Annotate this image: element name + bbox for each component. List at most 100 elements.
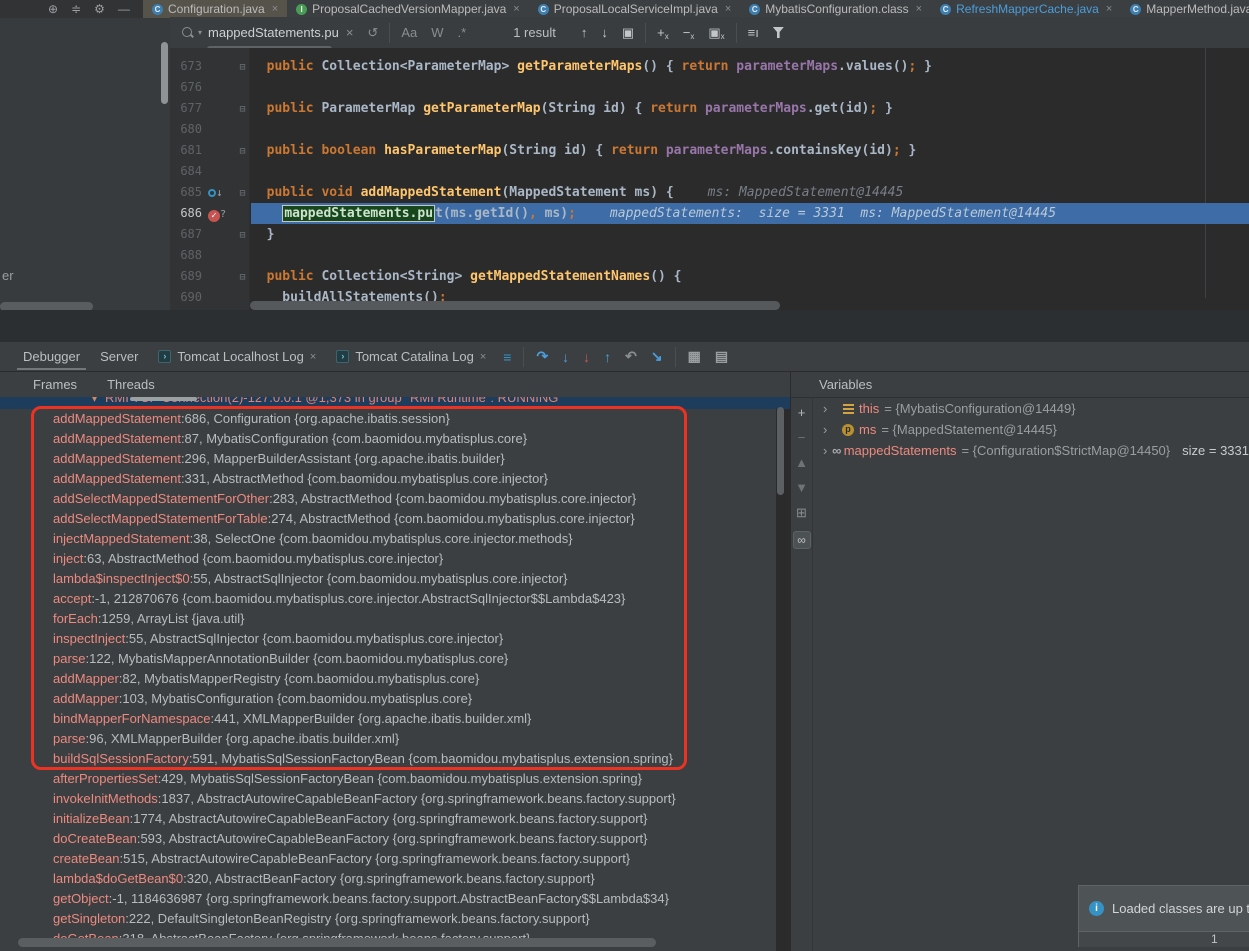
thread-dropdown-icon[interactable]: ▾ (92, 397, 97, 405)
variable-row[interactable]: ›pms= {MappedStatement@14445} (813, 419, 1249, 440)
search-filter-icon[interactable] (773, 27, 784, 38)
subtab-threads[interactable]: Threads (107, 377, 155, 392)
stack-frame-row[interactable]: addMappedStatement:87, MybatisConfigurat… (0, 429, 776, 449)
stack-frame-row[interactable]: addSelectMappedStatementForOther:283, Ab… (0, 489, 776, 509)
add-occurrence-button[interactable]: +x (650, 25, 676, 41)
variable-row[interactable]: ›∞mappedStatements= {Configuration$Stric… (813, 440, 1249, 461)
stack-frame-row[interactable]: invokeInitMethods:1837, AbstractAutowire… (0, 789, 776, 809)
breakpoint-icon[interactable]: ✓ (208, 210, 220, 222)
editor-horizontal-scrollbar[interactable] (250, 301, 780, 310)
fold-marker[interactable]: ⊟ (234, 57, 251, 78)
stack-frame-row[interactable]: getObject:-1, 1184636987 {org.springfram… (0, 889, 776, 909)
settings-gear-icon[interactable]: ⚙ (94, 3, 105, 15)
run-to-cursor-icon[interactable]: ↘ (644, 348, 670, 365)
close-tab-icon[interactable]: × (916, 3, 922, 15)
next-occurrence-button[interactable]: ↓ (594, 25, 615, 40)
expand-chevron-icon[interactable]: › (823, 440, 832, 461)
expand-chevron-icon[interactable]: › (823, 398, 839, 419)
search-history-chevron-icon[interactable]: ▾ (198, 28, 202, 37)
preserve-case-toggle[interactable]: ≡ı (741, 25, 766, 40)
hide-window-icon[interactable]: — (118, 3, 130, 15)
stack-frame-row[interactable]: bindMapperForNamespace:441, XMLMapperBui… (0, 709, 776, 729)
search-history-icon[interactable]: ↺ (360, 25, 385, 41)
find-in-selection-toggle[interactable]: ▣ (615, 25, 641, 41)
editor-line[interactable]: 686✓? mappedStatements.put(ms.getId(), m… (170, 203, 1249, 224)
navigate-icon[interactable]: ⊕ (48, 3, 58, 15)
compare-icon[interactable]: ≑ (71, 3, 81, 15)
stack-frame-row[interactable]: parse:122, MybatisMapperAnnotationBuilde… (0, 649, 776, 669)
fold-marker[interactable]: ⊟ (234, 183, 251, 204)
select-all-occurrences-button[interactable]: ▣x (701, 25, 731, 41)
match-case-toggle[interactable]: Aa (394, 25, 424, 40)
stack-frame-row[interactable]: forEach:1259, ArrayList {java.util} (0, 609, 776, 629)
stack-frame-row[interactable]: inject:63, AbstractMethod {com.baomidou.… (0, 549, 776, 569)
stack-frame-row[interactable]: addMappedStatement:331, AbstractMethod {… (0, 469, 776, 489)
search-input[interactable]: mappedStatements.pu (208, 25, 339, 40)
layout-settings-icon[interactable]: ▤ (708, 348, 735, 365)
close-tab-icon[interactable]: × (513, 3, 519, 15)
editor-tab[interactable]: CProposalLocalServiceImpl.java× (529, 0, 741, 18)
stack-frame-row[interactable]: initializeBean:1774, AbstractAutowireCap… (0, 809, 776, 829)
previous-occurrence-button[interactable]: ↑ (574, 25, 595, 40)
force-step-into-icon[interactable]: ↓ (576, 349, 597, 365)
editor-line[interactable]: 681⊟ public boolean hasParameterMap(Stri… (170, 140, 1249, 161)
variable-row[interactable]: ›this= {MybatisConfiguration@14449} (813, 398, 1249, 419)
debugger-tab-server[interactable]: Server (90, 342, 148, 371)
step-into-icon[interactable]: ↓ (555, 349, 576, 365)
fold-marker[interactable]: ⊟ (234, 225, 251, 246)
stack-frame-row[interactable]: parse:96, XMLMapperBuilder {org.apache.i… (0, 729, 776, 749)
left-panel-vertical-scrollbar[interactable] (161, 42, 168, 104)
frames-vertical-scrollbar[interactable] (777, 407, 784, 495)
thread-selector-row[interactable]: ▾RMI TCP Connection(2)-127.0.0.1 @1,373 … (0, 397, 790, 409)
show-watches-icon[interactable]: ∞ (793, 531, 811, 549)
code-editor[interactable]: 673⊟ public Collection<ParameterMap> get… (170, 48, 1249, 310)
drop-frame-icon[interactable]: ↶ (618, 348, 644, 365)
close-tab-icon[interactable]: × (310, 351, 316, 363)
regex-toggle[interactable]: .* (451, 25, 474, 40)
editor-line[interactable]: 687⊟ } (170, 224, 1249, 245)
stack-frame-row[interactable]: addSelectMappedStatementForTable:274, Ab… (0, 509, 776, 529)
editor-line[interactable]: 684 (170, 161, 1249, 182)
close-tab-icon[interactable]: × (480, 351, 486, 363)
editor-tab[interactable]: CMapperMethod.java× (1121, 0, 1249, 18)
editor-line[interactable]: 688 (170, 245, 1249, 266)
fold-marker[interactable]: ⊟ (234, 141, 251, 162)
editor-line[interactable]: 685↓⊟ public void addMappedStatement(Map… (170, 182, 1249, 203)
editor-line[interactable]: 680 (170, 119, 1249, 140)
editor-tab[interactable]: CRefreshMapperCache.java× (931, 0, 1121, 18)
step-out-icon[interactable]: ↑ (597, 349, 618, 365)
editor-line[interactable]: 673⊟ public Collection<ParameterMap> get… (170, 56, 1249, 77)
stack-frame-row[interactable]: addMappedStatement:686, Configuration {o… (0, 409, 776, 429)
stack-frame-row[interactable]: lambda$inspectInject$0:55, AbstractSqlIn… (0, 569, 776, 589)
editor-tab[interactable]: CConfiguration.java× (143, 0, 287, 18)
restore-layout-icon[interactable]: ≡ (496, 349, 518, 365)
evaluate-expression-icon[interactable]: ▦ (681, 348, 708, 365)
debugger-tab-debugger[interactable]: Debugger (13, 342, 90, 371)
editor-tab[interactable]: CMybatisConfiguration.class× (740, 0, 931, 18)
notification-balloon[interactable]: i Loaded classes are up t (1078, 885, 1249, 932)
debugger-tab-tomcat-localhost-log[interactable]: ›Tomcat Localhost Log× (148, 342, 326, 371)
fold-marker[interactable]: ⊟ (234, 99, 251, 120)
subtab-frames[interactable]: Frames (33, 377, 77, 392)
stack-frame-row[interactable]: buildSqlSessionFactory:591, MybatisSqlSe… (0, 749, 776, 769)
close-tab-icon[interactable]: × (272, 3, 278, 15)
stack-frame-row[interactable]: accept:-1, 212870676 {com.baomidou.mybat… (0, 589, 776, 609)
stack-frame-row[interactable]: injectMappedStatement:38, SelectOne {com… (0, 529, 776, 549)
close-tab-icon[interactable]: × (1106, 3, 1112, 15)
debugger-tab-tomcat-catalina-log[interactable]: ›Tomcat Catalina Log× (326, 342, 496, 371)
move-down-icon[interactable]: ▼ (795, 481, 808, 494)
stack-frame-row[interactable]: getSingleton:222, DefaultSingletonBeanRe… (0, 909, 776, 929)
close-tab-icon[interactable]: × (725, 3, 731, 15)
frames-horizontal-scrollbar[interactable] (18, 938, 656, 947)
editor-line[interactable]: 689⊟ public Collection<String> getMapped… (170, 266, 1249, 287)
stack-frame-row[interactable]: addMapper:103, MybatisConfiguration {com… (0, 689, 776, 709)
stack-frame-row[interactable]: addMapper:82, MybatisMapperRegistry {com… (0, 669, 776, 689)
stack-frame-row[interactable]: inspectInject:55, AbstractSqlInjector {c… (0, 629, 776, 649)
duplicate-icon[interactable]: ⊞ (796, 506, 807, 519)
stack-frame-row[interactable]: doCreateBean:593, AbstractAutowireCapabl… (0, 829, 776, 849)
add-watch-icon[interactable]: + (798, 406, 806, 419)
move-up-icon[interactable]: ▲ (795, 456, 808, 469)
stack-frame-row[interactable]: createBean:515, AbstractAutowireCapableB… (0, 849, 776, 869)
fold-marker[interactable]: ⊟ (234, 267, 251, 288)
expand-chevron-icon[interactable]: › (823, 419, 839, 440)
